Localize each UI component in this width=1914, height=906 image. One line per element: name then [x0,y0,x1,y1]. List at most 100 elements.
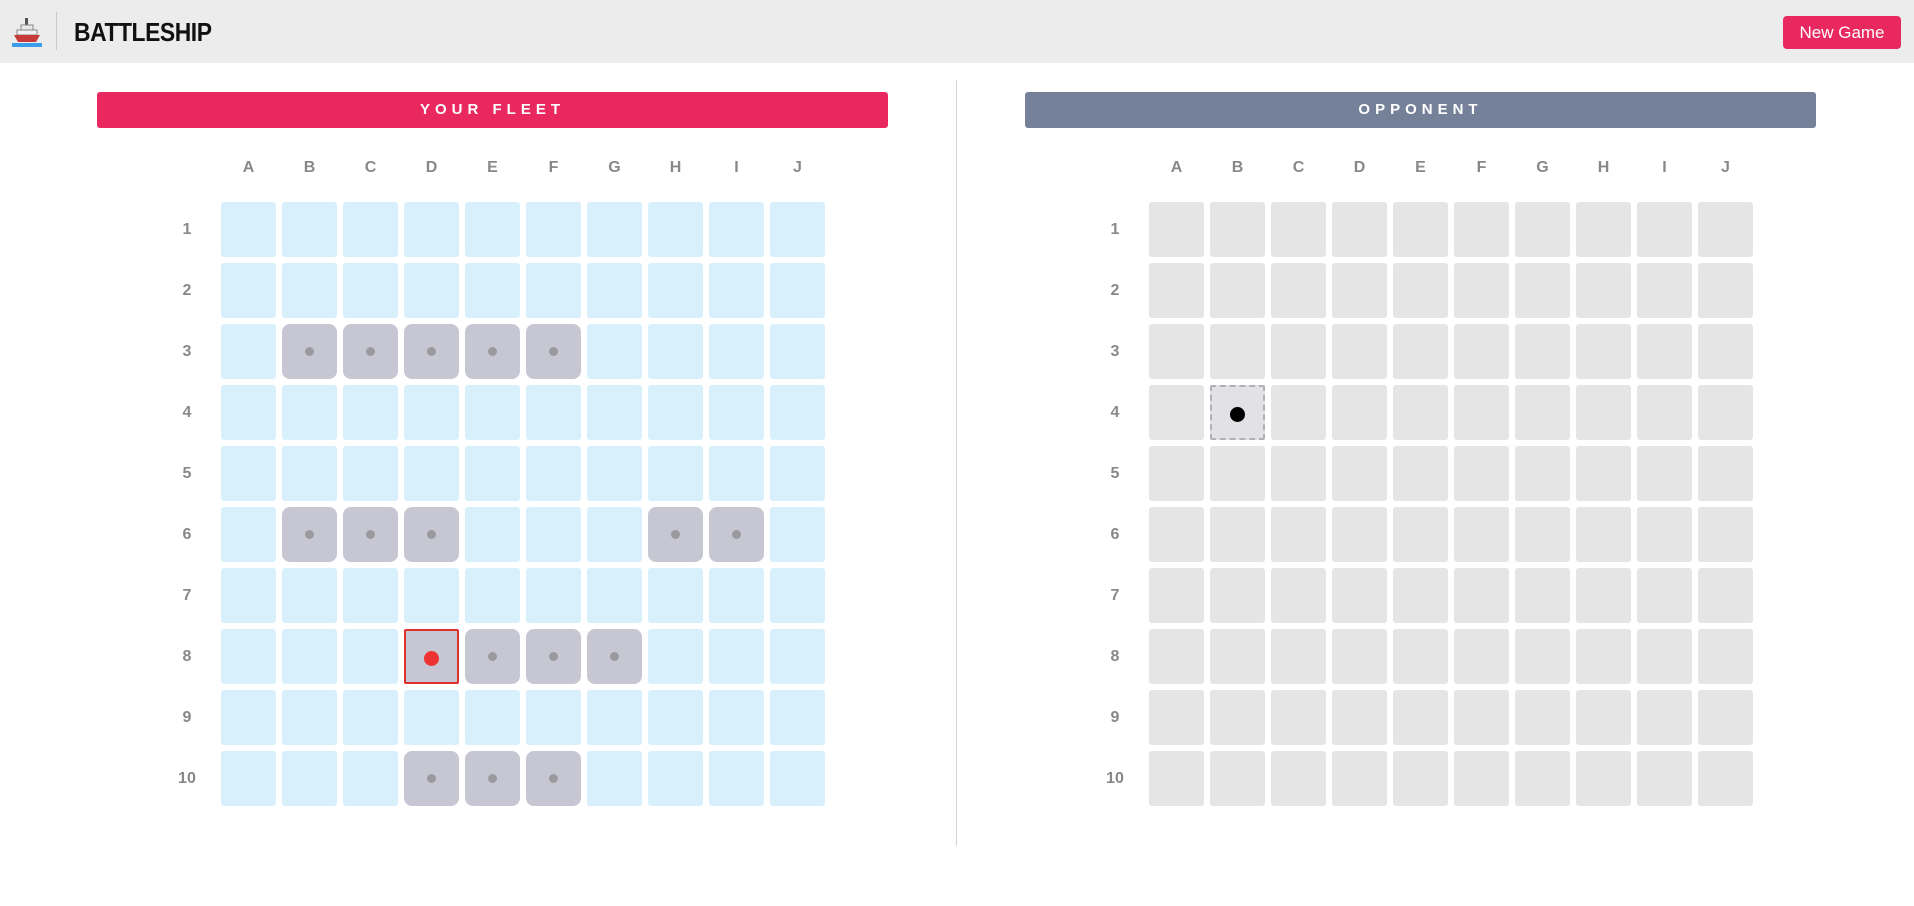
target-cell[interactable] [1332,202,1387,257]
target-cell[interactable] [1637,629,1692,684]
target-cell[interactable] [1576,690,1631,745]
target-cell[interactable] [1515,263,1570,318]
target-cell[interactable] [1332,507,1387,562]
target-cell[interactable] [1210,446,1265,501]
target-cell[interactable] [1393,324,1448,379]
target-cell[interactable] [1515,507,1570,562]
target-cell[interactable] [1698,751,1753,806]
target-cell[interactable] [1515,690,1570,745]
target-cell[interactable] [1393,202,1448,257]
target-cell[interactable] [1271,263,1326,318]
target-cell[interactable] [1515,629,1570,684]
target-cell[interactable] [1454,263,1509,318]
target-cell[interactable] [1454,446,1509,501]
target-cell[interactable] [1210,202,1265,257]
target-cell[interactable] [1576,507,1631,562]
miss-cell[interactable] [1210,385,1265,440]
target-cell[interactable] [1271,385,1326,440]
target-cell[interactable] [1698,446,1753,501]
target-cell[interactable] [1271,446,1326,501]
target-cell[interactable] [1332,629,1387,684]
target-cell[interactable] [1576,446,1631,501]
target-cell[interactable] [1454,568,1509,623]
target-cell[interactable] [1210,324,1265,379]
target-cell[interactable] [1149,324,1204,379]
target-cell[interactable] [1149,690,1204,745]
target-cell[interactable] [1698,202,1753,257]
target-cell[interactable] [1332,568,1387,623]
target-cell[interactable] [1515,568,1570,623]
target-cell[interactable] [1637,385,1692,440]
target-cell[interactable] [1454,751,1509,806]
target-cell[interactable] [1393,507,1448,562]
target-cell[interactable] [1515,385,1570,440]
target-cell[interactable] [1210,751,1265,806]
target-cell[interactable] [1271,202,1326,257]
target-cell[interactable] [1454,507,1509,562]
target-cell[interactable] [1393,568,1448,623]
target-cell[interactable] [1149,629,1204,684]
target-cell[interactable] [1698,690,1753,745]
target-cell[interactable] [1149,385,1204,440]
target-cell[interactable] [1332,385,1387,440]
target-cell[interactable] [1271,324,1326,379]
target-cell[interactable] [1393,690,1448,745]
target-cell[interactable] [1637,507,1692,562]
target-cell[interactable] [1149,507,1204,562]
target-cell[interactable] [1515,202,1570,257]
target-cell[interactable] [1637,690,1692,745]
target-cell[interactable] [1210,568,1265,623]
target-cell[interactable] [1454,324,1509,379]
target-cell[interactable] [1576,629,1631,684]
target-cell[interactable] [1271,568,1326,623]
target-cell[interactable] [1271,751,1326,806]
target-cell[interactable] [1332,324,1387,379]
target-cell[interactable] [1576,263,1631,318]
target-cell[interactable] [1332,446,1387,501]
target-cell[interactable] [1210,263,1265,318]
new-game-button[interactable]: New Game [1783,16,1901,49]
target-cell[interactable] [1393,751,1448,806]
target-cell[interactable] [1637,568,1692,623]
target-cell[interactable] [1637,202,1692,257]
target-cell[interactable] [1515,751,1570,806]
target-cell[interactable] [1698,263,1753,318]
target-cell[interactable] [1149,263,1204,318]
target-cell[interactable] [1637,446,1692,501]
target-cell[interactable] [1393,385,1448,440]
target-cell[interactable] [1393,446,1448,501]
target-cell[interactable] [1698,568,1753,623]
target-cell[interactable] [1576,751,1631,806]
target-cell[interactable] [1454,629,1509,684]
target-cell[interactable] [1576,324,1631,379]
target-cell[interactable] [1149,568,1204,623]
target-cell[interactable] [1698,507,1753,562]
target-cell[interactable] [1149,202,1204,257]
target-cell[interactable] [1515,446,1570,501]
target-cell[interactable] [1332,751,1387,806]
target-cell[interactable] [1149,751,1204,806]
target-cell[interactable] [1271,690,1326,745]
target-cell[interactable] [1698,324,1753,379]
target-cell[interactable] [1576,385,1631,440]
target-cell[interactable] [1210,629,1265,684]
target-cell[interactable] [1576,202,1631,257]
target-cell[interactable] [1271,629,1326,684]
target-cell[interactable] [1454,202,1509,257]
target-cell[interactable] [1698,385,1753,440]
target-cell[interactable] [1637,751,1692,806]
target-cell[interactable] [1698,629,1753,684]
target-cell[interactable] [1271,507,1326,562]
target-cell[interactable] [1332,263,1387,318]
target-cell[interactable] [1515,324,1570,379]
target-cell[interactable] [1393,629,1448,684]
target-cell[interactable] [1393,263,1448,318]
target-cell[interactable] [1149,446,1204,501]
target-cell[interactable] [1332,690,1387,745]
target-cell[interactable] [1210,507,1265,562]
target-cell[interactable] [1454,385,1509,440]
target-cell[interactable] [1454,690,1509,745]
target-cell[interactable] [1637,324,1692,379]
target-cell[interactable] [1576,568,1631,623]
target-cell[interactable] [1210,690,1265,745]
